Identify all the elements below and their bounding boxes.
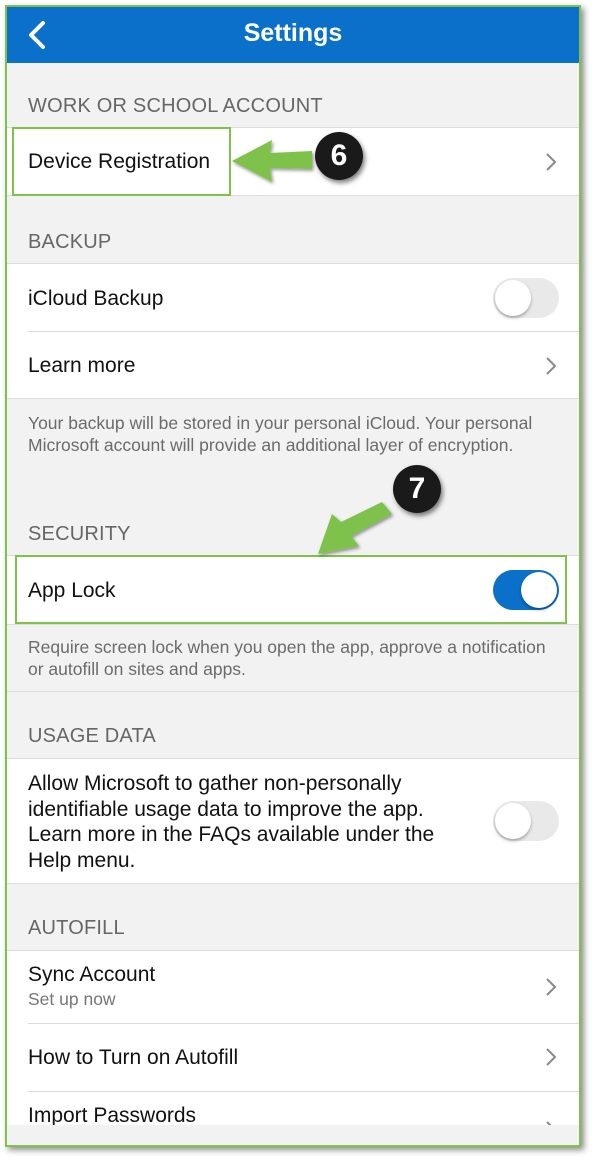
step-badge-6: 6 xyxy=(315,132,363,180)
arrow-icon xyxy=(232,140,312,182)
step-badge-7: 7 xyxy=(393,465,441,513)
arrow-icon xyxy=(318,502,392,554)
annotation-arrows xyxy=(232,140,392,554)
